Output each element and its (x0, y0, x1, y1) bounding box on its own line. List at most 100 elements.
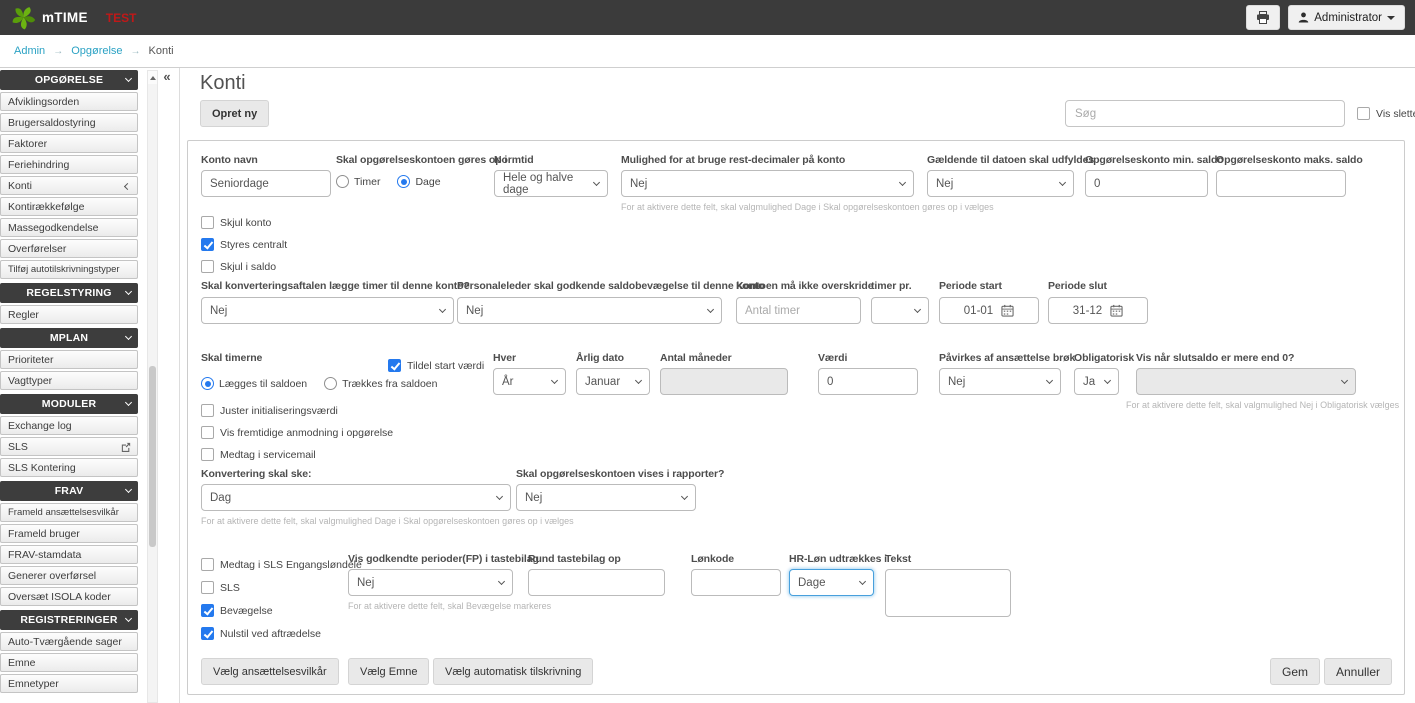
sls-checkbox[interactable]: SLS (201, 581, 240, 594)
vis-slettet-checkbox[interactable]: Vis slettet (1357, 107, 1415, 120)
scrollbar-up-button[interactable] (148, 71, 157, 84)
paavirkes-select[interactable]: Nej (939, 368, 1061, 395)
skjul-i-saldo-checkbox[interactable]: Skjul i saldo (201, 260, 276, 273)
annuller-button[interactable]: Annuller (1323, 658, 1392, 685)
aarlig-dato-select[interactable]: Januar (576, 368, 650, 395)
loenkode-input[interactable] (691, 569, 781, 596)
vaelg-ansaettelsesvilkaar-button[interactable]: Vælg ansættelsesvilkår (201, 658, 339, 685)
radio-timer[interactable] (336, 175, 349, 188)
sidebar-item-feriehindring[interactable]: Feriehindring (0, 155, 138, 174)
godkendte-perioder-select[interactable]: Nej (348, 569, 513, 596)
sidebar-scrollbar[interactable] (147, 70, 158, 703)
sidebar-item-sls-kontering[interactable]: SLS Kontering (0, 458, 138, 477)
search-input[interactable] (1065, 100, 1345, 127)
sidebar-item-brugersaldostyring[interactable]: Brugersaldostyring (0, 113, 138, 132)
timer-pr-select[interactable] (871, 297, 929, 324)
medtag-i-servicemail-checkbox[interactable]: Medtag i servicemail (201, 448, 316, 461)
rest-decimaler-select[interactable]: Nej (621, 170, 914, 197)
min-saldo-input[interactable] (1085, 170, 1208, 197)
periode-slut-field[interactable]: 31-12 (1048, 297, 1148, 324)
maa-ikke-overskride-input[interactable] (736, 297, 861, 324)
sidebar-item-emne[interactable]: Emne (0, 653, 138, 672)
sidebar-header-opgorelse[interactable]: OPGØRELSE (0, 70, 138, 90)
sidebar-header-moduler[interactable]: MODULER (0, 394, 138, 414)
konvertering-select[interactable]: Dag (201, 484, 511, 511)
godkendte-perioder-label: Vis godkendte perioder(FP) i tastebilag (348, 553, 539, 565)
konto-navn-input[interactable] (201, 170, 331, 197)
radio-dage[interactable] (397, 175, 411, 188)
sidebar-item-regler[interactable]: Regler (0, 305, 138, 324)
sidebar-item-frav-stamdata[interactable]: FRAV-stamdata (0, 545, 138, 564)
sidebar-item-label: Konti (8, 179, 32, 192)
sidebar-header-regelstyring[interactable]: REGELSTYRING (0, 283, 138, 303)
vaelg-emne-button[interactable]: Vælg Emne (348, 658, 430, 685)
sidebar-item-konti[interactable]: Konti (0, 176, 138, 195)
radio-laegges-til-saldoen[interactable] (201, 377, 214, 390)
rund-tastebilag-input[interactable] (528, 569, 665, 596)
sidebar-item-emnetyper[interactable]: Emnetyper (0, 674, 138, 693)
godkendte-perioder-helper: For at aktivere dette felt, skal Bevægel… (348, 601, 552, 611)
vises-i-rapporter-select[interactable]: Nej (516, 484, 696, 511)
radio-traekkes-fra-saldoen[interactable] (324, 377, 338, 390)
opret-ny-button[interactable]: Opret ny (200, 100, 270, 127)
sidebar-collapse-button[interactable]: « (157, 69, 177, 85)
breadcrumb-admin[interactable]: Admin (14, 45, 45, 57)
medtag-i-servicemail-label: Medtag i servicemail (220, 448, 316, 461)
scrollbar-thumb[interactable] (149, 366, 156, 547)
sidebar-header-frav[interactable]: FRAV (0, 481, 138, 501)
sidebar-item-afviklingsorden[interactable]: Afviklingsorden (0, 92, 138, 111)
sidebar-item-frameld-bruger[interactable]: Frameld bruger (0, 524, 138, 543)
maks-saldo-input[interactable] (1216, 170, 1346, 197)
sidebar-item-faktorer[interactable]: Faktorer (0, 134, 138, 153)
sidebar-item-oversaet-isola-koder[interactable]: Oversæt ISOLA koder (0, 587, 138, 606)
app-logo[interactable]: mTIME (10, 4, 88, 31)
hver-select[interactable]: År (493, 368, 566, 395)
gem-button[interactable]: Gem (1269, 658, 1320, 685)
medtag-i-sls-engangslondele-checkbox[interactable]: Medtag i SLS Engangsløndele (201, 558, 362, 571)
skjul-i-saldo-label: Skjul i saldo (220, 260, 277, 273)
sidebar-item-vagttyper[interactable]: Vagttyper (0, 371, 138, 390)
paavirkes-value: Nej (948, 375, 966, 388)
normtid-select[interactable]: Hele og halve dage (494, 170, 608, 197)
rest-decimaler-value: Nej (630, 177, 648, 190)
vaerdi-input[interactable] (818, 368, 918, 395)
chevron-down-icon (1340, 376, 1349, 385)
checkbox-box (201, 260, 214, 273)
sidebar-header-mplan[interactable]: MPLAN (0, 328, 138, 348)
juster-initialiseringsvaerdi-checkbox[interactable]: Juster initialiseringsværdi (201, 404, 338, 417)
nulstil-ved-aftraedelse-checkbox[interactable]: Nulstil ved aftrædelse (201, 627, 321, 640)
sidebar-item-sls[interactable]: SLS (0, 437, 138, 456)
sidebar-item-label: Afviklingsorden (8, 95, 80, 108)
konvertering-label: Konvertering skal ske: (201, 468, 312, 480)
tekst-textarea[interactable] (885, 569, 1011, 617)
gaeldende-til-select[interactable]: Nej (927, 170, 1074, 197)
hver-label: Hver (493, 352, 516, 364)
personaleleder-select[interactable]: Nej (457, 297, 722, 324)
breadcrumb-opgorelse[interactable]: Opgørelse (71, 45, 122, 57)
vaelg-automatisk-tilskrivning-button[interactable]: Vælg automatisk tilskrivning (433, 658, 594, 685)
bevaegelse-checkbox[interactable]: Bevægelse (201, 604, 273, 617)
konverteringsaftale-select[interactable]: Nej (201, 297, 454, 324)
styres-centralt-checkbox[interactable]: Styres centralt (201, 238, 287, 251)
sidebar-item-frameld-ansaettelsesvilkar[interactable]: Frameld ansættelsesvilkår (0, 503, 138, 522)
sidebar-header-registreringer[interactable]: REGISTRERINGER (0, 610, 138, 630)
periode-start-field[interactable]: 01-01 (939, 297, 1039, 324)
sidebar-item-generer-overforsel[interactable]: Generer overførsel (0, 566, 138, 585)
vis-fremtidige-anmodning-checkbox[interactable]: Vis fremtidige anmodning i opgørelse (201, 426, 393, 439)
sidebar-item-overforelser[interactable]: Overførelser (0, 239, 138, 258)
obligatorisk-select[interactable]: Ja (1074, 368, 1119, 395)
breadcrumb-separator-icon: → (130, 45, 141, 57)
sidebar-item-prioriteter[interactable]: Prioriteter (0, 350, 138, 369)
skjul-konto-checkbox[interactable]: Skjul konto (201, 216, 271, 229)
sidebar-item-kontiraekkefolge[interactable]: Kontirækkefølge (0, 197, 138, 216)
sidebar-item-auto-tvaergaende-sager[interactable]: Auto-Tværgående sager (0, 632, 138, 651)
sidebar-item-exchange-log[interactable]: Exchange log (0, 416, 138, 435)
periode-slut-value: 31-12 (1072, 304, 1103, 317)
chevron-down-icon (124, 287, 133, 296)
tildel-start-vaerdi-checkbox[interactable]: Tildel start værdi (388, 359, 484, 372)
sidebar-item-tilfoj-autotilskrivningstyper[interactable]: Tilføj autotilskrivningstyper (0, 260, 138, 279)
user-menu-button[interactable]: Administrator (1288, 5, 1405, 30)
hr-loen-select[interactable]: Dage (789, 569, 874, 596)
print-button[interactable] (1246, 5, 1281, 30)
sidebar-item-massegodkendelse[interactable]: Massegodkendelse (0, 218, 138, 237)
